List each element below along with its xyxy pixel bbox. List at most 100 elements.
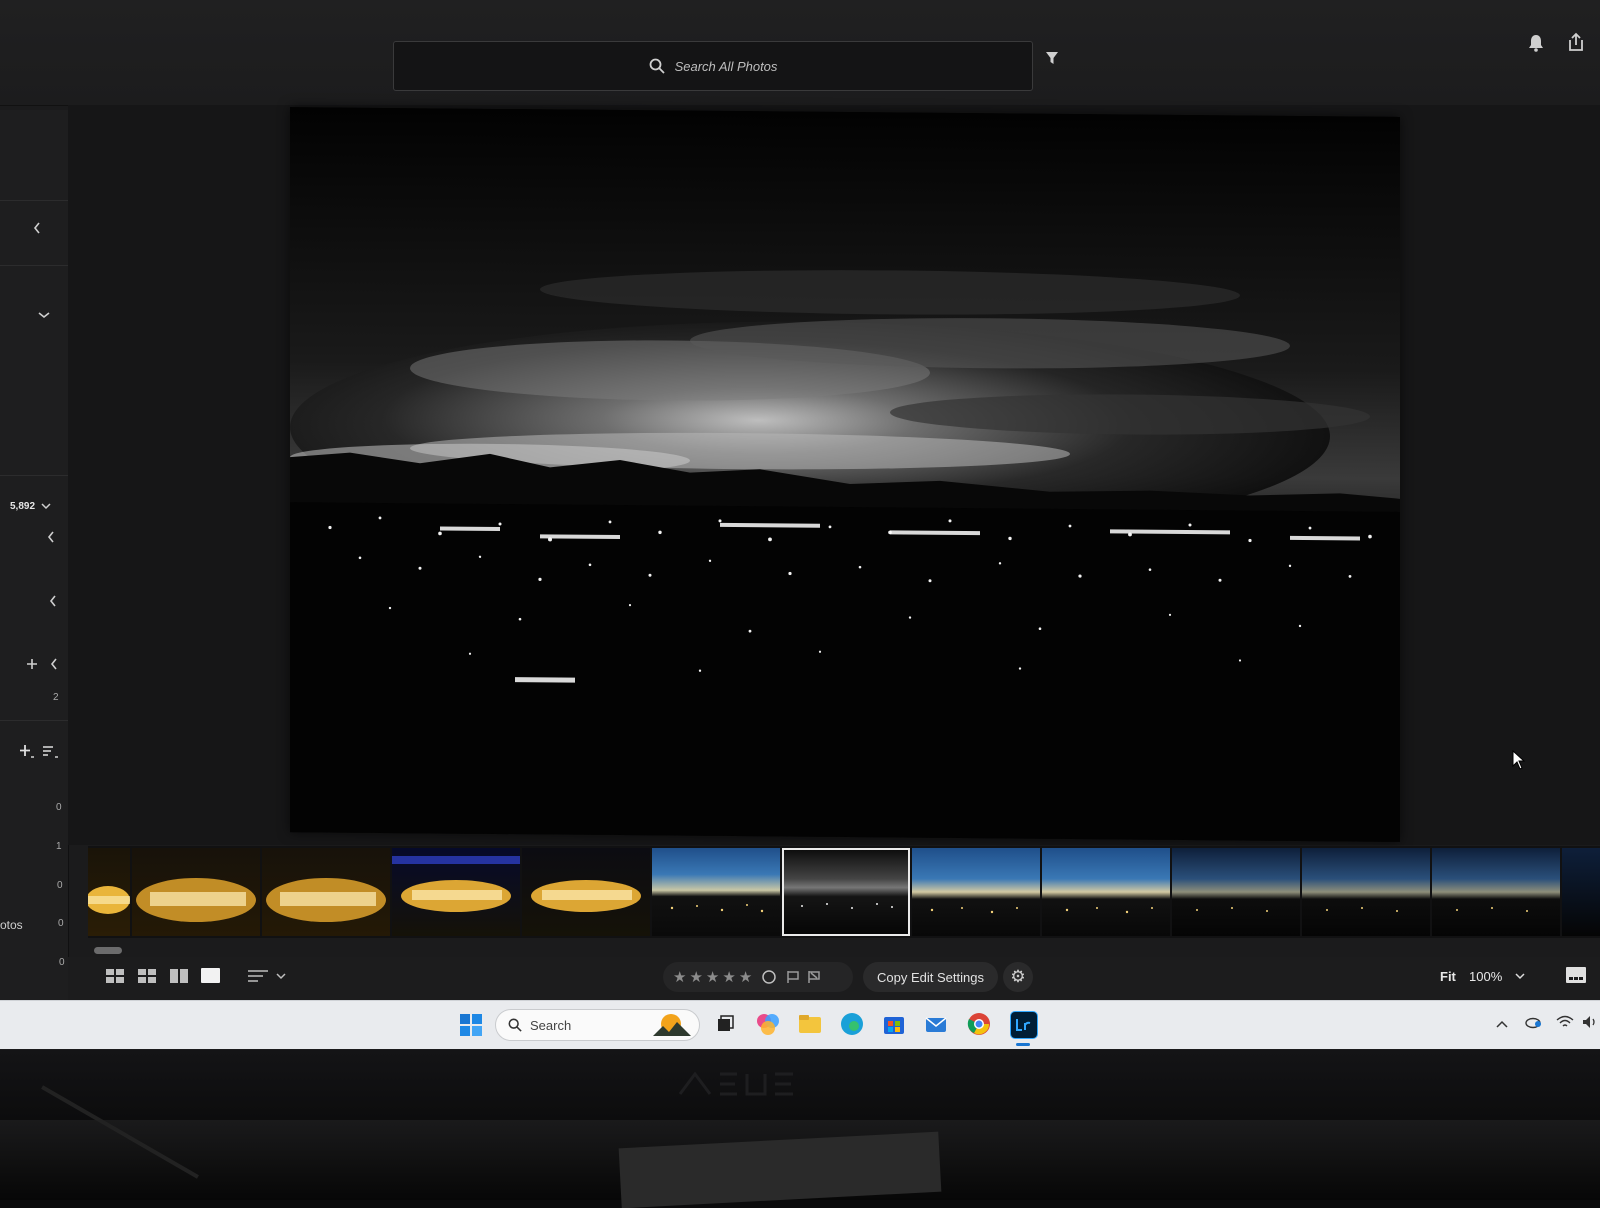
thumbnail[interactable]: [392, 848, 520, 936]
new-album-button[interactable]: [19, 744, 35, 763]
thumbnail-image: [136, 878, 256, 922]
chevron-down-icon: [276, 972, 286, 979]
album-row-value: 0: [59, 957, 65, 968]
active-app-indicator: [1016, 1043, 1030, 1046]
filmstrip-toggle-button[interactable]: [1566, 967, 1586, 983]
star-icon[interactable]: ★: [673, 968, 686, 986]
thumbnail[interactable]: [88, 848, 130, 936]
search-icon: [649, 58, 665, 74]
thumbnail[interactable]: [652, 848, 780, 936]
thumbnail-image: [266, 878, 386, 922]
lightroom-app-icon[interactable]: [1010, 1011, 1038, 1039]
thumbnail[interactable]: [1172, 848, 1300, 936]
copy-settings-gear-button[interactable]: ⚙: [1003, 962, 1033, 992]
filmstrip[interactable]: [88, 846, 1600, 938]
star-icon[interactable]: ★: [722, 968, 735, 986]
share-button[interactable]: [1566, 32, 1586, 52]
windows-logo-icon: [460, 1014, 482, 1036]
divider: [0, 200, 68, 201]
monitor-bezel: [0, 1050, 1600, 1120]
notifications-button[interactable]: [1528, 34, 1544, 52]
search-icon: [508, 1018, 522, 1032]
outlook-icon[interactable]: [923, 1011, 949, 1037]
filter-button[interactable]: [1044, 50, 1060, 66]
star-icon[interactable]: ★: [706, 968, 719, 986]
sort-icon: [43, 746, 58, 758]
wifi-icon[interactable]: [1556, 1015, 1574, 1032]
search-bar[interactable]: Search All Photos: [393, 41, 1033, 91]
section-chevron[interactable]: [50, 658, 58, 673]
album-row-value: 1: [56, 841, 62, 852]
fit-label[interactable]: Fit: [1440, 969, 1456, 984]
section-chevron[interactable]: [47, 531, 55, 546]
zoom-value[interactable]: 100%: [1469, 969, 1502, 984]
photo-grid-icon: [138, 969, 156, 983]
bell-icon: [1529, 35, 1543, 52]
show-hidden-icons-chevron[interactable]: [1496, 1015, 1508, 1031]
square-grid-icon: [106, 969, 124, 983]
copilot-icon[interactable]: [755, 1011, 781, 1037]
thumbnail-image: [392, 856, 520, 912]
thumbnail[interactable]: [262, 848, 390, 936]
thumbnail-selected[interactable]: [782, 848, 910, 936]
task-view-icon[interactable]: [712, 1011, 738, 1037]
store-icon[interactable]: [881, 1011, 907, 1037]
copy-edit-settings-button[interactable]: Copy Edit Settings: [863, 962, 998, 992]
plus-icon: [27, 659, 37, 669]
thumbnail[interactable]: [912, 848, 1040, 936]
main-photo[interactable]: [290, 107, 1400, 842]
pick-flag-icon[interactable]: [786, 970, 800, 984]
thumbnail[interactable]: [132, 848, 260, 936]
photo-grid-button[interactable]: [138, 969, 156, 983]
chevron-down-icon: [38, 312, 50, 319]
file-explorer-icon[interactable]: [797, 1011, 823, 1037]
thumbnail-image: [670, 904, 764, 913]
thumbnail[interactable]: [1302, 848, 1430, 936]
thumbnail[interactable]: [1562, 848, 1600, 936]
chevron-left-icon: [33, 222, 40, 234]
zoom-dropdown[interactable]: [1515, 973, 1525, 980]
lightroom-window: Search All Photos 5,892 2 0 1 0 otos 0 0…: [0, 0, 1600, 1051]
expand-chevron[interactable]: [38, 310, 50, 322]
add-album-button[interactable]: [26, 658, 38, 673]
start-button[interactable]: [460, 1014, 482, 1036]
edge-browser-icon[interactable]: [839, 1011, 865, 1037]
star-icon[interactable]: ★: [739, 968, 752, 986]
desk-surface: [0, 1085, 1600, 1208]
chevron-up-icon: [1496, 1020, 1508, 1028]
thumbnail-image: [1196, 907, 1268, 912]
detail-view-button[interactable]: [201, 968, 220, 983]
thumbnail[interactable]: [522, 848, 650, 936]
chrome-icon[interactable]: [966, 1011, 992, 1037]
star-icon[interactable]: ★: [689, 968, 702, 986]
album-row-label[interactable]: otos: [0, 918, 23, 932]
gear-icon: ⚙: [1010, 967, 1026, 986]
chevron-down-icon: [1515, 973, 1525, 980]
album-row-value: 0: [57, 880, 63, 891]
taskbar-search[interactable]: Search: [495, 1009, 700, 1041]
windows-taskbar: Search: [0, 1000, 1600, 1049]
photo-count-dropdown[interactable]: 5,892: [10, 501, 51, 512]
thumbnail[interactable]: [1042, 848, 1170, 936]
album-row-value: 0: [58, 918, 64, 929]
search-highlight-icon: [653, 1014, 691, 1036]
reject-circle-icon[interactable]: [761, 969, 777, 985]
square-grid-button[interactable]: [106, 969, 124, 983]
bottom-toolbar: ★ ★ ★ ★ ★ Copy Edit Settings ⚙ Fit 100%: [68, 957, 1600, 1000]
reject-flag-icon[interactable]: [807, 970, 821, 984]
taskbar-search-label: Search: [530, 1017, 572, 1033]
filmstrip-scrollbar[interactable]: [94, 947, 122, 954]
onedrive-icon[interactable]: [1524, 1015, 1542, 1032]
collapse-chevron[interactable]: [33, 222, 41, 237]
volume-icon[interactable]: [1582, 1015, 1600, 1032]
compare-view-icon: [170, 969, 188, 983]
compare-view-button[interactable]: [170, 969, 188, 983]
section-chevron[interactable]: [49, 595, 57, 610]
sort-button[interactable]: [42, 744, 58, 763]
filmstrip-icon: [1566, 967, 1586, 983]
sort-menu-button[interactable]: [248, 969, 286, 983]
thumbnail[interactable]: [1432, 848, 1560, 936]
search-placeholder: Search All Photos: [674, 58, 778, 74]
thumbnail-image: [1456, 907, 1528, 912]
filter-icon: [1046, 52, 1058, 64]
